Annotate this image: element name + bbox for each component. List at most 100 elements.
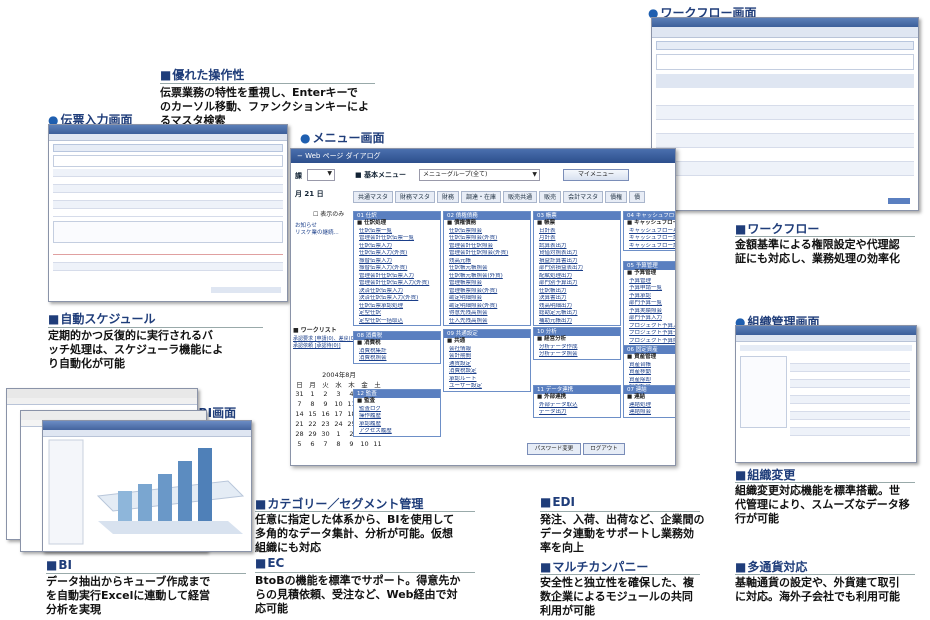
menu-link[interactable]: 仕訳伝票入力(外貨)	[354, 250, 440, 258]
calendar-day[interactable]: 10	[332, 399, 345, 409]
menu-link[interactable]: 連結照会	[624, 409, 675, 417]
calendar-day[interactable]: 3	[332, 389, 345, 399]
menu-link[interactable]: 部門予算一覧	[624, 300, 675, 308]
menu-link[interactable]: 決済仕訳伝票入力(外貨)	[354, 295, 440, 303]
menu-link[interactable]: 総勘定元帳出力	[534, 310, 620, 318]
menu-link[interactable]: 管理帳票照会	[444, 280, 530, 288]
calendar-day[interactable]: 16	[319, 409, 332, 419]
display-only-checkbox[interactable]: ☐ 表示のみ	[313, 209, 344, 218]
calendar-day[interactable]: 22	[306, 419, 319, 429]
calendar-day[interactable]: 5	[293, 439, 306, 449]
menu-link[interactable]: 管理帳票照会(外貨)	[444, 288, 530, 296]
menu-link[interactable]: 部門別予算出力	[534, 280, 620, 288]
calendar-day[interactable]: 15	[306, 409, 319, 419]
menu-link[interactable]: 消費税集計	[354, 348, 440, 356]
menu-link[interactable]: 得意先残高照会	[444, 310, 530, 318]
calendar-day[interactable]: 31	[293, 389, 306, 399]
worklist-item[interactable]: 承認要求 [申請(0)、差戻(0)]	[293, 336, 358, 343]
menu-link[interactable]: 仕訳帳元帳照会(外貨)	[444, 273, 530, 281]
calendar-day[interactable]: 28	[293, 429, 306, 439]
menu-link[interactable]: 消費税設定	[444, 368, 530, 376]
menu-link[interactable]: 仕訳伝票照会	[444, 228, 530, 236]
menu-tab[interactable]: 財務	[437, 191, 460, 203]
menu-tab[interactable]: 販売共通	[503, 191, 538, 203]
menu-link[interactable]: 分析データ作成	[534, 344, 620, 352]
calendar-day[interactable]: 24	[332, 419, 345, 429]
calendar-day[interactable]: 30	[319, 429, 332, 439]
menu-link[interactable]: プロジェクト予算照会	[624, 338, 675, 346]
menu-link[interactable]: データ出力	[534, 409, 620, 417]
menu-link[interactable]: 分析データ照会	[534, 351, 620, 359]
calendar-day[interactable]: 1	[332, 429, 345, 439]
menu-link[interactable]: プロジェクト予算入力	[624, 323, 675, 331]
menu-link[interactable]: 管理会計仕訳照会(外貨)	[444, 250, 530, 258]
calendar-day[interactable]: 7	[319, 439, 332, 449]
menu-link[interactable]: 部門予算入力	[624, 315, 675, 323]
menu-link[interactable]: 定型仕訳一括取込	[354, 318, 440, 326]
menu-link[interactable]: 予算管理	[624, 278, 675, 286]
menu-link[interactable]: 監査ログ	[354, 406, 440, 414]
menu-link[interactable]: キャッシュフロー項目設定	[624, 228, 675, 236]
menu-link[interactable]: 決済仕訳伝票入力	[354, 288, 440, 296]
menu-link[interactable]: 資産移動	[624, 369, 675, 377]
my-menu-button[interactable]: マイメニュー	[563, 169, 629, 181]
menu-link[interactable]: 予算申請一覧	[624, 285, 675, 293]
menu-link[interactable]: 試算表出力	[534, 243, 620, 251]
worklist-item[interactable]: 承認依頼 [承認待(0)]	[293, 343, 351, 350]
calendar-day[interactable]: 8	[306, 399, 319, 409]
menu-link[interactable]: 仕訳伝票入力	[354, 243, 440, 251]
menu-link[interactable]: 日計表	[534, 228, 620, 236]
calendar-day[interactable]: 7	[293, 399, 306, 409]
calendar-day[interactable]: 8	[332, 439, 345, 449]
menu-link[interactable]: 通貨設定	[444, 361, 530, 369]
menu-link[interactable]: 振替伝票入力(外貨)	[354, 265, 440, 273]
menu-link[interactable]: 外部データ取込	[534, 402, 620, 410]
calendar-day[interactable]: 10	[358, 439, 371, 449]
menu-tab[interactable]: 財務マスタ	[395, 191, 436, 203]
menu-link[interactable]: 仕入先残高照会	[444, 318, 530, 326]
menu-link[interactable]: 振替伝票入力	[354, 258, 440, 266]
change-password-button[interactable]: パスワード変更	[527, 443, 581, 455]
menu-link[interactable]: 仕訳伝票承認処理	[354, 303, 440, 311]
menu-link[interactable]: 消費税照会	[354, 355, 440, 363]
menu-link[interactable]: キャッシュフロー計画書	[624, 235, 675, 243]
menu-tab[interactable]: 販売	[539, 191, 562, 203]
menu-link[interactable]: 仕訳伝票照会(外貨)	[444, 235, 530, 243]
menu-link[interactable]: 残高明細出力	[534, 303, 620, 311]
menu-link[interactable]: 管理会計仕訳照会	[444, 243, 530, 251]
menu-link[interactable]: 仕訳帳出力	[534, 288, 620, 296]
menu-link[interactable]: ユーザー設定	[444, 383, 530, 391]
menu-link[interactable]: 勘定明細照会(外貨)	[444, 303, 530, 311]
menu-link[interactable]: 補助元帳出力	[534, 318, 620, 326]
menu-link[interactable]: 勘定明細照会	[444, 295, 530, 303]
calendar-day[interactable]: 2	[319, 389, 332, 399]
calendar-day[interactable]: 11	[371, 439, 384, 449]
menu-tab[interactable]: 債	[629, 191, 646, 203]
menu-link[interactable]: 資産除却	[624, 377, 675, 385]
menu-link[interactable]: 資産台帳	[624, 362, 675, 370]
calendar-day[interactable]: 17	[332, 409, 345, 419]
calendar-day[interactable]: 14	[293, 409, 306, 419]
menu-tab[interactable]: 共通マスタ	[353, 191, 394, 203]
menu-link[interactable]: 配賦処理出力	[534, 273, 620, 281]
menu-link[interactable]: 承認履歴	[354, 421, 440, 429]
menu-link[interactable]: 予算承認	[624, 293, 675, 301]
menu-link[interactable]: 損益計算書出力	[534, 258, 620, 266]
menu-link[interactable]: 決算書出力	[534, 295, 620, 303]
menu-link[interactable]: 月計表	[534, 235, 620, 243]
menu-tab[interactable]: 会計マスタ	[563, 191, 604, 203]
logout-button[interactable]: ログアウト	[583, 443, 625, 455]
menu-group-select[interactable]: メニューグループ(全て) ▼	[419, 169, 540, 181]
notice-links[interactable]: お知らせ リスケ業の継続...	[295, 223, 339, 237]
menu-link[interactable]: 承認ルート	[444, 376, 530, 384]
menu-link[interactable]: アクセス履歴	[354, 428, 440, 436]
menu-link[interactable]: 連結処理	[624, 402, 675, 410]
menu-tab[interactable]: 調達・在庫	[461, 191, 502, 203]
menu-link[interactable]: 仕訳帳元帳照会	[444, 265, 530, 273]
calendar-day[interactable]: 9	[319, 399, 332, 409]
menu-link[interactable]: 管理会計仕訳伝票一覧	[354, 235, 440, 243]
menu-link[interactable]: プロジェクト予算一覧	[624, 330, 675, 338]
menu-link[interactable]: 仕訳伝票一覧	[354, 228, 440, 236]
menu-link[interactable]: キャッシュフロー計算書	[624, 243, 675, 251]
menu-tab[interactable]: 債権	[605, 191, 628, 203]
